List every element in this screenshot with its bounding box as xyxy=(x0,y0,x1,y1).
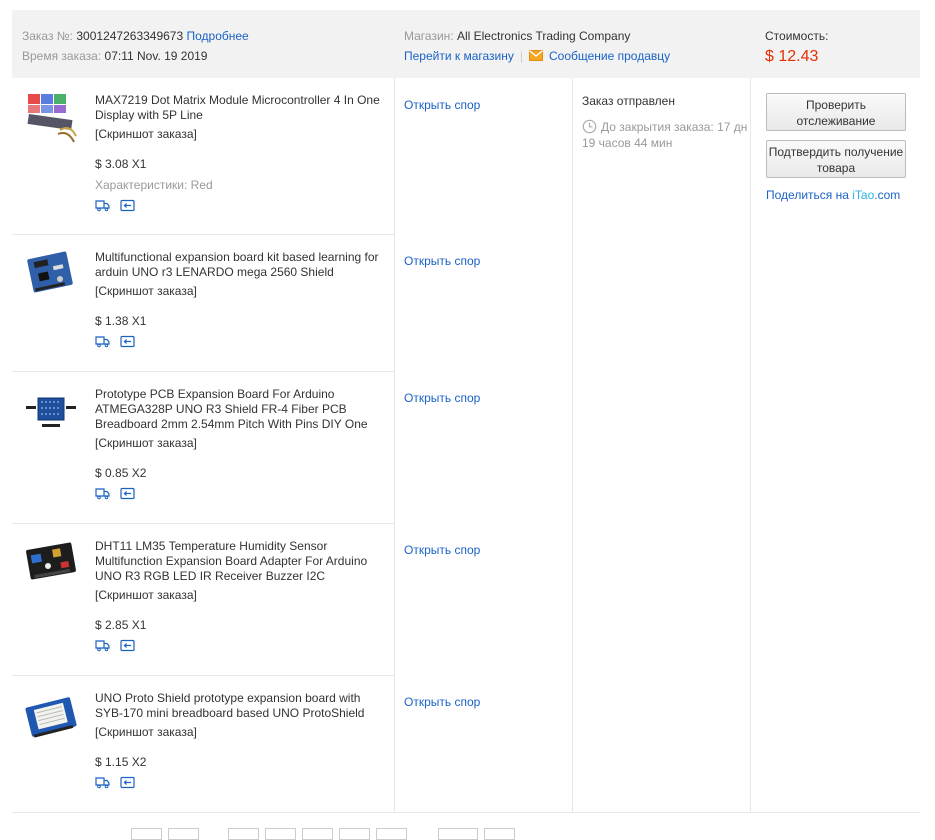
item-actions xyxy=(95,487,390,503)
product-thumbnail[interactable] xyxy=(24,90,78,144)
order-snapshot-link[interactable]: [Скриншот заказа] xyxy=(95,127,390,142)
share-itao-link[interactable]: Поделиться на iTao.com xyxy=(766,188,900,202)
product-title-link[interactable]: DHT11 LM35 Temperature Humidity Sensor M… xyxy=(95,539,367,583)
share-prefix: Поделиться на xyxy=(766,188,853,202)
return-card-icon[interactable] xyxy=(120,335,135,348)
order-item: UNO Proto Shield prototype expansion boa… xyxy=(12,676,394,812)
item-actions xyxy=(95,776,390,792)
product-thumbnail[interactable] xyxy=(24,536,78,590)
page-button[interactable] xyxy=(168,828,199,840)
truck-icon[interactable] xyxy=(95,199,110,212)
item-info: Multifunctional expansion board kit base… xyxy=(95,250,390,351)
page-button[interactable] xyxy=(131,828,162,840)
order-snapshot-link[interactable]: [Скриншот заказа] xyxy=(95,588,390,603)
truck-icon[interactable] xyxy=(95,776,110,789)
product-title-link[interactable]: MAX7219 Dot Matrix Module Microcontrolle… xyxy=(95,93,380,122)
column-divider xyxy=(394,78,395,812)
order-number: 3001247263349673 xyxy=(76,29,184,43)
item-attributes: Характеристики: Red xyxy=(95,178,213,192)
page-button[interactable] xyxy=(265,828,296,840)
column-divider xyxy=(572,78,573,812)
return-card-icon[interactable] xyxy=(120,639,135,652)
open-dispute-link[interactable]: Открыть спор xyxy=(404,254,480,268)
order-actions: Проверить отслеживание Подтвердить получ… xyxy=(766,93,906,203)
item-actions xyxy=(95,639,390,655)
store-label: Магазин: xyxy=(404,29,454,43)
item-price: $ 1.15 X2 xyxy=(95,755,147,769)
go-to-store-link[interactable]: Перейти к магазину xyxy=(404,49,514,63)
open-dispute-link[interactable]: Открыть спор xyxy=(404,695,480,709)
message-seller-link[interactable]: Сообщение продавцу xyxy=(549,49,670,63)
page-button[interactable] xyxy=(339,828,370,840)
order-snapshot-link[interactable]: [Скриншот заказа] xyxy=(95,436,390,451)
order-item: DHT11 LM35 Temperature Humidity Sensor M… xyxy=(12,524,394,676)
open-dispute-link[interactable]: Открыть спор xyxy=(404,391,480,405)
order-countdown-text: До закрытия заказа: 17 дн 19 часов 44 ми… xyxy=(582,120,748,150)
product-title-link[interactable]: Multifunctional expansion board kit base… xyxy=(95,250,379,279)
return-card-icon[interactable] xyxy=(120,776,135,789)
item-price: $ 2.85 X1 xyxy=(95,618,147,632)
item-actions xyxy=(95,335,390,351)
item-info: DHT11 LM35 Temperature Humidity Sensor M… xyxy=(95,539,390,655)
order-item: MAX7219 Dot Matrix Module Microcontrolle… xyxy=(12,78,394,235)
confirm-receipt-button[interactable]: Подтвердить получение товара xyxy=(766,140,906,178)
clock-icon xyxy=(582,119,597,134)
track-order-button[interactable]: Проверить отслеживание xyxy=(766,93,906,131)
share-brand: iTao xyxy=(852,188,875,202)
share-suffix: .com xyxy=(874,188,901,202)
order-status-title: Заказ отправлен xyxy=(582,94,675,108)
order-item: Multifunctional expansion board kit base… xyxy=(12,235,394,372)
page-button[interactable] xyxy=(438,828,478,840)
order-time-label: Время заказа: xyxy=(22,49,102,63)
page-button[interactable] xyxy=(228,828,259,840)
page-button[interactable] xyxy=(302,828,333,840)
order-number-label: Заказ №: xyxy=(22,29,74,43)
truck-icon[interactable] xyxy=(95,487,110,500)
column-divider xyxy=(750,78,751,812)
item-actions xyxy=(95,199,390,215)
order-cost: Стоимость: $ 12.43 xyxy=(765,26,828,68)
order-details-link[interactable]: Подробнее xyxy=(187,29,249,43)
item-info: UNO Proto Shield prototype expansion boa… xyxy=(95,691,390,792)
cost-value: $ 12.43 xyxy=(765,48,819,65)
product-thumbnail[interactable] xyxy=(24,384,78,438)
truck-icon[interactable] xyxy=(95,639,110,652)
product-title-link[interactable]: UNO Proto Shield prototype expansion boa… xyxy=(95,691,364,720)
order-info: Заказ №: 3001247263349673 Подробнее Врем… xyxy=(22,26,249,66)
item-price: $ 1.38 X1 xyxy=(95,314,147,328)
page-button[interactable] xyxy=(484,828,515,840)
order-status: Заказ отправлен До закрытия заказа: 17 д… xyxy=(582,93,757,151)
store-name: All Electronics Trading Company xyxy=(456,29,631,43)
order-snapshot-link[interactable]: [Скриншот заказа] xyxy=(95,284,390,299)
item-price: $ 3.08 X1 xyxy=(95,157,147,171)
return-card-icon[interactable] xyxy=(120,487,135,500)
product-thumbnail[interactable] xyxy=(24,247,78,301)
order-item: Prototype PCB Expansion Board For Arduin… xyxy=(12,372,394,524)
envelope-icon[interactable] xyxy=(529,50,543,61)
order-header: Заказ №: 3001247263349673 Подробнее Врем… xyxy=(12,10,920,78)
product-thumbnail[interactable] xyxy=(24,690,78,744)
return-card-icon[interactable] xyxy=(120,199,135,212)
order-time: 07:11 Nov. 19 2019 xyxy=(104,49,208,63)
item-info: MAX7219 Dot Matrix Module Microcontrolle… xyxy=(95,93,390,215)
pagination xyxy=(0,828,935,840)
order-items-table: MAX7219 Dot Matrix Module Microcontrolle… xyxy=(12,78,920,813)
open-dispute-link[interactable]: Открыть спор xyxy=(404,543,480,557)
page-button[interactable] xyxy=(376,828,407,840)
cost-label: Стоимость: xyxy=(765,29,829,43)
separator: | xyxy=(519,49,523,63)
open-dispute-link[interactable]: Открыть спор xyxy=(404,98,480,112)
truck-icon[interactable] xyxy=(95,335,110,348)
store-info: Магазин: All Electronics Trading Company… xyxy=(404,26,670,66)
order-snapshot-link[interactable]: [Скриншот заказа] xyxy=(95,725,390,740)
product-title-link[interactable]: Prototype PCB Expansion Board For Arduin… xyxy=(95,387,368,431)
item-info: Prototype PCB Expansion Board For Arduin… xyxy=(95,387,390,503)
item-price: $ 0.85 X2 xyxy=(95,466,147,480)
order-countdown: До закрытия заказа: 17 дн 19 часов 44 ми… xyxy=(582,119,757,151)
